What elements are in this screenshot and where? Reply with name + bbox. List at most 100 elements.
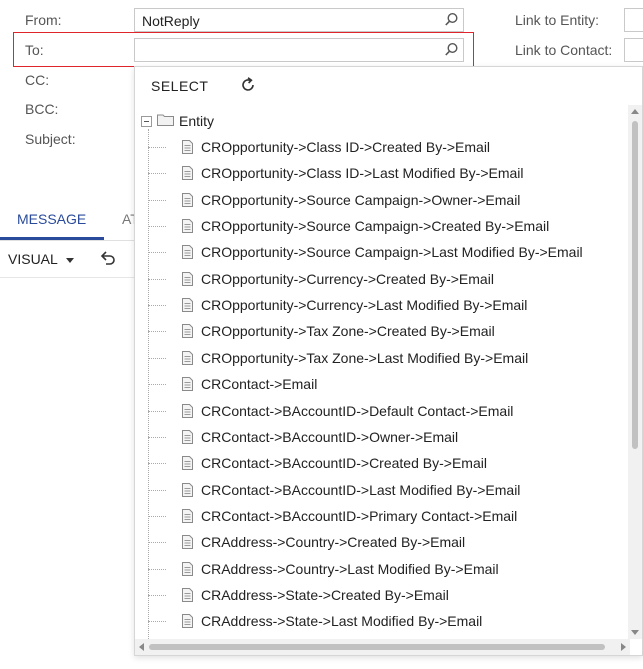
tree-item-label: CRContact->BAccountID->Owner->Email [201, 428, 459, 445]
tree-connector [148, 199, 166, 201]
scroll-up-arrow-icon[interactable] [631, 109, 639, 114]
tree-connector [148, 410, 166, 412]
document-icon [181, 587, 194, 605]
tree-item-label: CRAddress->State->Last Modified By->Emai… [201, 613, 483, 630]
collapse-icon[interactable] [141, 115, 153, 131]
tree-connector [148, 384, 166, 386]
document-icon [181, 403, 194, 421]
dropdown-toolbar: SELECT [135, 67, 642, 105]
tree-item[interactable]: CRContact->BAccountID->Primary Contact->… [148, 504, 628, 530]
document-icon [181, 482, 194, 500]
caret-down-icon [66, 257, 75, 263]
tree-item[interactable]: CROpportunity->Class ID->Last Modified B… [148, 161, 628, 187]
refresh-icon[interactable] [239, 76, 257, 99]
tree-connector [148, 621, 166, 623]
horizontal-scroll-thumb[interactable] [149, 644, 605, 650]
document-icon [181, 508, 194, 526]
tree-item-label: CRContact->BAccountID->Primary Contact->… [201, 507, 518, 524]
tree-item[interactable]: CROpportunity->Source Campaign->Last Mod… [148, 240, 628, 266]
tree-item[interactable]: CROpportunity->Source Campaign->Created … [148, 214, 628, 240]
tree-item[interactable]: CROpportunity->Tax Zone->Last Modified B… [148, 346, 628, 372]
tree-connector [148, 515, 166, 517]
tree-connector [148, 252, 166, 254]
tree-item[interactable]: CRAddress->State->Last Modified By->Emai… [148, 609, 628, 635]
search-icon[interactable] [444, 12, 459, 30]
tree-item-label: CRContact->BAccountID->Last Modified By-… [201, 481, 521, 498]
cc-label: CC: [25, 72, 50, 88]
editor-toolbar-divider [0, 277, 134, 278]
horizontal-scrollbar[interactable] [135, 639, 630, 655]
document-icon [181, 377, 194, 394]
scroll-down-arrow-icon[interactable] [631, 630, 639, 635]
tree-connector [148, 489, 166, 491]
visual-mode-label: VISUAL [8, 251, 58, 267]
tree-item-label: CROpportunity->Source Campaign->Last Mod… [201, 244, 583, 261]
tree-item-label: CRContact->BAccountID->Default Contact->… [201, 402, 514, 419]
document-icon [181, 271, 194, 289]
from-label: From: [25, 12, 62, 28]
tree-item-label: CROpportunity->Tax Zone->Last Modified B… [201, 349, 529, 366]
tree-item-label: CROpportunity->Class ID->Created By->Ema… [201, 139, 491, 155]
tree-item[interactable]: CRContact->BAccountID->Default Contact->… [148, 399, 628, 425]
tree-item[interactable]: CRContact->BAccountID->Last Modified By-… [148, 478, 628, 504]
document-icon [181, 350, 194, 368]
scroll-left-arrow-icon[interactable] [139, 643, 144, 651]
link-to-contact-field[interactable] [624, 38, 643, 62]
tree-connector [148, 542, 166, 544]
tab-divider [0, 240, 134, 241]
to-field-highlight [13, 32, 474, 67]
tree-item[interactable]: CROpportunity->Class ID->Created By->Ema… [148, 135, 628, 161]
document-icon [181, 456, 194, 473]
bcc-label: BCC: [25, 101, 59, 117]
link-to-entity-field[interactable] [624, 8, 643, 32]
tree-item[interactable]: CRAddress->Country->Last Modified By->Em… [148, 557, 628, 583]
tree-item-label: CRAddress->State->Created By->Email [201, 586, 449, 603]
tree-item[interactable]: CRContact->BAccountID->Owner->Email [148, 425, 628, 451]
folder-icon [157, 113, 174, 129]
select-button[interactable]: SELECT [151, 78, 208, 94]
tree-item-label: CRContact->BAccountID->Created By->Email [201, 455, 487, 472]
vertical-scrollbar[interactable] [628, 105, 642, 639]
tree-item[interactable]: CRContact->BAccountID->Created By->Email [148, 451, 628, 477]
document-icon [181, 245, 194, 262]
subject-label: Subject: [25, 131, 76, 147]
from-field[interactable]: NotReply [134, 8, 464, 32]
tree-connector [148, 331, 166, 333]
tree-connector [148, 463, 166, 465]
visual-mode-dropdown[interactable]: VISUAL [8, 251, 75, 267]
document-icon [181, 429, 194, 447]
tree-connector [148, 173, 166, 175]
tree-item-label: CROpportunity->Currency->Last Modified B… [201, 297, 528, 314]
tree-item[interactable]: CRContact->Email [148, 372, 628, 398]
link-to-contact-label: Link to Contact: [515, 42, 613, 58]
tree-item-label: CRContact->Email [201, 376, 318, 393]
document-icon [181, 140, 194, 157]
tree-item-label: CROpportunity->Currency->Created By->Ema… [201, 270, 494, 287]
tree-item[interactable]: CROpportunity->Tax Zone->Created By->Ema… [148, 319, 628, 345]
vertical-scroll-thumb[interactable] [632, 121, 638, 449]
document-icon [181, 219, 194, 236]
tree-item[interactable]: CRAddress->Country->Created By->Email [148, 530, 628, 556]
undo-icon[interactable] [99, 249, 117, 272]
tree-item-label: CROpportunity->Source Campaign->Owner->E… [201, 191, 521, 208]
tree-item-label: CROpportunity->Source Campaign->Created … [201, 218, 550, 235]
document-icon [181, 561, 194, 579]
tree-item[interactable]: CROpportunity->Source Campaign->Owner->E… [148, 188, 628, 214]
tab-message[interactable]: MESSAGE [17, 211, 86, 227]
tree-connector [148, 278, 166, 280]
tree-item-label: CROpportunity->Tax Zone->Created By->Ema… [201, 323, 495, 340]
entity-tree: Entity CROpportunity->Class ID->Created … [135, 105, 629, 639]
document-icon [181, 166, 194, 183]
tree-item[interactable]: CROpportunity->Currency->Created By->Ema… [148, 267, 628, 293]
to-recipient-dropdown: SELECT Entity CROpportunity->Class ID->C… [134, 66, 643, 656]
tree-item[interactable]: CRAddress->State->Created By->Email [148, 583, 628, 609]
from-value: NotReply [142, 13, 200, 29]
document-icon [181, 535, 194, 552]
tree-item-label: CROpportunity->Class ID->Last Modified B… [201, 165, 524, 182]
tree-connector [148, 305, 166, 307]
scroll-right-arrow-icon[interactable] [621, 643, 626, 651]
tree-item-label: CRAddress->Country->Last Modified By->Em… [201, 560, 499, 577]
document-icon [181, 324, 194, 341]
tree-item[interactable]: CROpportunity->Currency->Last Modified B… [148, 293, 628, 319]
document-icon [181, 298, 194, 315]
